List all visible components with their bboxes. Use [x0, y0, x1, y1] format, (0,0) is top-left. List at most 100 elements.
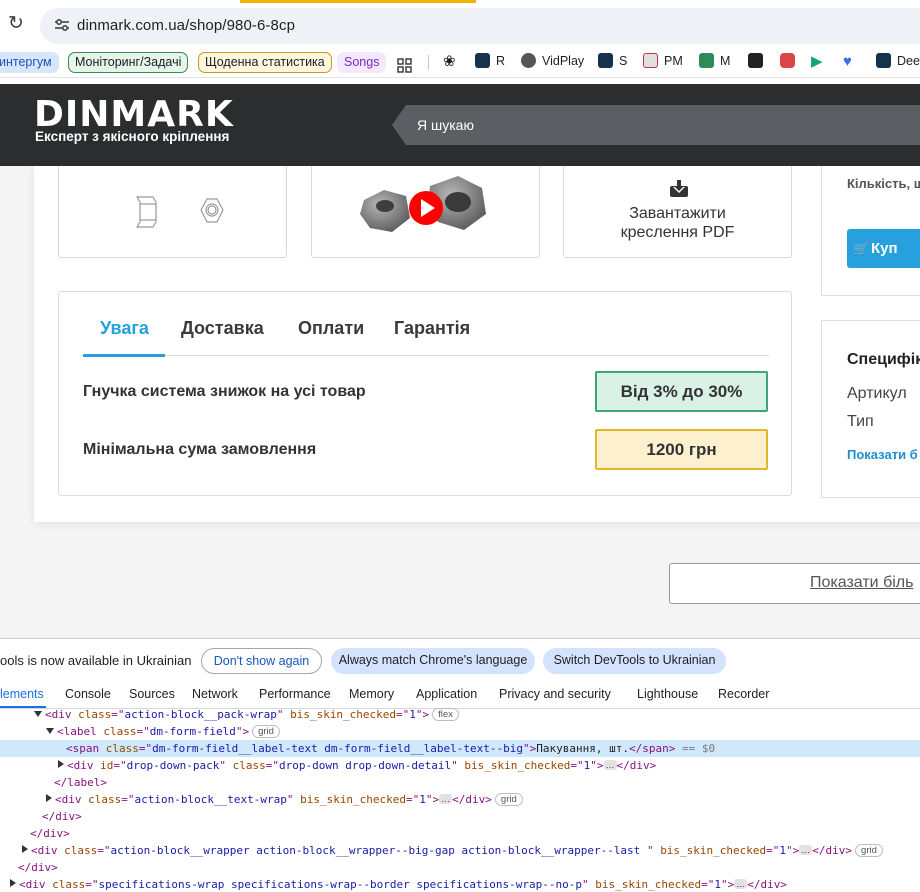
- active-tab-indicator: [83, 354, 165, 357]
- bookmark-songs[interactable]: Songs: [337, 52, 387, 73]
- devtools-language-bar: ools is now available in Ukrainian Don't…: [0, 639, 920, 681]
- devtools-tab-network[interactable]: Network: [192, 687, 238, 701]
- devtools-tab-performance[interactable]: Performance: [259, 687, 331, 701]
- search-field[interactable]: Я шукаю: [392, 105, 920, 145]
- ellipsis-badge[interactable]: …: [799, 845, 813, 855]
- reload-icon[interactable]: ↻: [6, 14, 26, 34]
- expand-arrow-icon[interactable]: [46, 794, 52, 802]
- devtools-tab-privacy[interactable]: Privacy and security: [499, 687, 611, 701]
- expand-arrow-icon[interactable]: [22, 845, 28, 853]
- bookmark-integrum[interactable]: интергум: [0, 52, 59, 73]
- bookmark-r-label: R: [496, 54, 506, 68]
- devtools-tab-elements[interactable]: lements: [0, 687, 44, 701]
- dom-node[interactable]: <label class="dm-form-field"> grid: [0, 723, 920, 740]
- info-tabs-card: Увага Доставка Оплати Гарантія Гнучка си…: [58, 291, 792, 496]
- buy-button[interactable]: 🛒 Куп: [847, 229, 920, 268]
- search-placeholder[interactable]: Я шукаю: [417, 117, 474, 133]
- dom-node[interactable]: <div class="action-block__wrapper action…: [0, 842, 920, 859]
- quantity-label: Кількість, ш: [847, 176, 920, 191]
- browser-toolbar: ↻ dinmark.com.ua/shop/980-6-8cp: [0, 0, 920, 48]
- dom-node[interactable]: <div class="action-block__pack-wrap" bis…: [0, 706, 920, 723]
- dom-tree: <div class="action-block__pack-wrap" bis…: [0, 708, 920, 892]
- site-info-icon[interactable]: [53, 16, 71, 34]
- video-thumbnail[interactable]: [311, 166, 540, 258]
- flex-badge[interactable]: flex: [432, 708, 459, 721]
- bookmark-dee[interactable]: Dee: [876, 52, 920, 73]
- bookmark-monitoring[interactable]: Моніторинг/Задачі: [68, 52, 189, 73]
- ellipsis-badge[interactable]: …: [603, 760, 617, 770]
- dom-node[interactable]: </div>: [0, 825, 920, 842]
- globe-icon: [521, 53, 536, 68]
- app-icon: [780, 53, 795, 68]
- site-tagline: Експерт з якісного кріплення: [35, 129, 230, 144]
- switch-devtools-language-button[interactable]: Switch DevTools to Ukrainian: [543, 648, 726, 674]
- tab-attention[interactable]: Увага: [100, 318, 149, 339]
- expand-arrow-icon[interactable]: [10, 879, 16, 887]
- download-pdf-line1: Завантажити: [629, 205, 726, 222]
- bookmark-vidplay-label: VidPlay: [542, 54, 585, 68]
- spec-title: Специфік: [847, 351, 920, 368]
- min-order-badge: 1200 грн: [595, 429, 768, 470]
- download-pdf-label[interactable]: Завантажити креслення PDF: [564, 204, 791, 242]
- devtools-panel: ools is now available in Ukrainian Don't…: [0, 638, 920, 892]
- app-icon: [643, 53, 658, 68]
- download-pdf-line2: креслення PDF: [620, 224, 735, 241]
- dont-show-again-button[interactable]: Don't show again: [201, 648, 322, 674]
- bookmark-star[interactable]: [748, 52, 769, 73]
- devtools-tab-application[interactable]: Application: [416, 687, 477, 701]
- dom-node[interactable]: <div id="drop-down-pack" class="drop-dow…: [0, 757, 920, 774]
- collapse-arrow-icon[interactable]: [34, 711, 42, 717]
- dom-node-selected[interactable]: <span class="dm-form-field__label-text d…: [0, 740, 920, 757]
- spec-show-link[interactable]: Показати б: [847, 447, 918, 462]
- specifications-card: Специфік Артикул Тип Показати б: [821, 320, 920, 498]
- address-bar[interactable]: dinmark.com.ua/shop/980-6-8cp: [40, 8, 920, 44]
- devtools-tab-console[interactable]: Console: [65, 687, 111, 701]
- spec-type: Тип: [847, 413, 874, 430]
- dom-node[interactable]: <div class="specifications-wrap specific…: [0, 876, 920, 892]
- dom-node[interactable]: <div class="action-block__text-wrap" bis…: [0, 791, 920, 808]
- devtools-language-message: ools is now available in Ukrainian: [0, 653, 192, 668]
- dom-node[interactable]: </label>: [0, 774, 920, 791]
- url-text[interactable]: dinmark.com.ua/shop/980-6-8cp: [77, 17, 295, 34]
- grid-badge[interactable]: grid: [494, 793, 523, 806]
- download-icon: [670, 180, 688, 197]
- heart-icon[interactable]: ♥: [843, 52, 852, 73]
- drawing-thumbnail[interactable]: [58, 166, 287, 258]
- tab-delivery[interactable]: Доставка: [181, 318, 264, 339]
- tab-warranty[interactable]: Гарантія: [394, 318, 470, 339]
- apps-grid-icon[interactable]: [397, 55, 412, 76]
- tab-payments[interactable]: Оплати: [298, 318, 364, 339]
- devtools-tab-recorder[interactable]: Recorder: [718, 687, 769, 701]
- bookmark-dee-label: Dee: [897, 54, 920, 68]
- chatgpt-icon[interactable]: ❀: [443, 52, 456, 73]
- devtools-tab-sources[interactable]: Sources: [129, 687, 175, 701]
- play-icon[interactable]: ▶: [811, 52, 823, 73]
- expand-arrow-icon[interactable]: [58, 760, 64, 768]
- show-more-button[interactable]: Показати біль: [669, 563, 920, 604]
- devtools-tab-lighthouse[interactable]: Lighthouse: [637, 687, 698, 701]
- devtools-tab-memory[interactable]: Memory: [349, 687, 394, 701]
- app-icon: [876, 53, 891, 68]
- bookmark-r[interactable]: R: [475, 52, 505, 73]
- devtools-tabs: lements Console Sources Network Performa…: [0, 682, 920, 709]
- discount-badge: Від 3% до 30%: [595, 371, 768, 412]
- download-pdf-tile[interactable]: Завантажити креслення PDF: [563, 166, 792, 258]
- site-header: DINMARK Експерт з якісного кріплення Я ш…: [0, 84, 920, 166]
- collapse-arrow-icon[interactable]: [46, 728, 54, 734]
- bookmark-vidplay[interactable]: VidPlay: [521, 52, 584, 73]
- discount-label: Гнучка система знижок на усі товар: [83, 383, 366, 400]
- grid-badge[interactable]: grid: [855, 844, 883, 857]
- ellipsis-badge[interactable]: …: [734, 879, 748, 889]
- grid-badge[interactable]: grid: [252, 725, 280, 738]
- bookmark-colorful[interactable]: [780, 52, 801, 73]
- bookmark-m[interactable]: M: [699, 52, 730, 73]
- ellipsis-badge[interactable]: …: [439, 794, 453, 804]
- bookmark-s[interactable]: S: [598, 52, 627, 73]
- bookmark-pm[interactable]: PM: [643, 52, 683, 73]
- dom-node[interactable]: </div>: [0, 859, 920, 876]
- bookmark-s-label: S: [619, 54, 628, 68]
- dom-node[interactable]: </div>: [0, 808, 920, 825]
- min-order-label: Мінімальна сума замовлення: [83, 441, 317, 458]
- always-match-language-button[interactable]: Always match Chrome's language: [331, 648, 535, 674]
- bookmark-daily-stats[interactable]: Щоденна статистика: [198, 52, 332, 73]
